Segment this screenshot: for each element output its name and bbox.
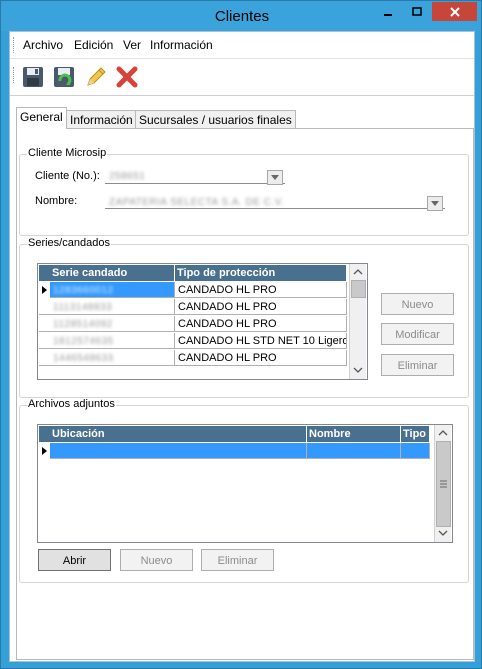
row-indicator	[39, 282, 50, 298]
scroll-down-button[interactable]	[435, 525, 451, 541]
archivos-grid[interactable]: Ubicación Nombre Tipo	[37, 424, 453, 543]
chevron-up-icon	[353, 269, 363, 275]
menu-bar: Archivo Edición Ver Información	[10, 32, 474, 59]
table-row[interactable]: 1446548633	[50, 350, 175, 366]
series-eliminar-button[interactable]: Eliminar	[381, 354, 454, 376]
table-row[interactable]: 1113148833	[50, 299, 175, 315]
row-pointer-icon	[42, 286, 47, 294]
close-icon	[449, 6, 460, 17]
maximize-button[interactable]	[404, 2, 430, 21]
menu-archivo[interactable]: Archivo	[23, 38, 63, 52]
table-row[interactable]: CANDADO HL PRO	[175, 299, 347, 315]
chevron-down-icon	[353, 367, 363, 373]
save-icon[interactable]	[21, 65, 45, 89]
menu-edicion[interactable]: Edición	[74, 38, 113, 52]
scroll-up-button[interactable]	[350, 264, 366, 280]
menu-grip	[13, 37, 16, 53]
col-tipo-proteccion[interactable]: Tipo de protección	[175, 265, 347, 281]
archivos-nuevo-button[interactable]: Nuevo	[120, 549, 193, 571]
series-modificar-button[interactable]: Modificar	[381, 323, 454, 345]
row-indicator	[39, 333, 50, 349]
general-tab-panel: Cliente Microsip Cliente (No.): 258651 N…	[16, 128, 474, 660]
series-candados-label: Series/candados	[27, 237, 111, 249]
clientes-window: Clientes Archivo Edición Ver Información	[0, 0, 482, 669]
close-button[interactable]	[432, 2, 477, 21]
cliente-microsip-label: Cliente Microsip	[27, 147, 108, 159]
cliente-numero-value: 258651	[109, 171, 146, 182]
nombre-value: ZAPATERIA SELECTA S.A. DE C.V.	[109, 197, 285, 208]
cliente-numero-label: Cliente (No.):	[35, 170, 100, 182]
client-area: Archivo Edición Ver Información General …	[9, 31, 475, 662]
table-row[interactable]	[401, 443, 430, 459]
archivos-adjuntos-label: Archivos adjuntos	[27, 398, 116, 410]
row-indicator	[39, 316, 50, 332]
col-ubicacion[interactable]: Ubicación	[50, 426, 307, 442]
minimize-button[interactable]	[375, 2, 401, 21]
menu-informacion[interactable]: Información	[150, 38, 213, 52]
table-row[interactable]	[307, 443, 401, 459]
chevron-down-icon	[438, 530, 448, 536]
tab-general[interactable]: General	[16, 107, 67, 129]
toolbar-grip	[13, 67, 16, 83]
grid-header-corner	[39, 426, 50, 442]
table-row[interactable]	[50, 443, 307, 459]
scroll-thumb[interactable]	[351, 280, 366, 298]
table-row[interactable]: 1128514092	[50, 316, 175, 332]
abrir-button[interactable]: Abrir	[38, 549, 111, 571]
delete-x-icon[interactable]	[115, 65, 139, 89]
table-row[interactable]: CANDADO HL PRO	[175, 316, 347, 332]
col-tipo[interactable]: Tipo	[401, 426, 430, 442]
archivos-eliminar-button[interactable]: Eliminar	[201, 549, 274, 571]
save-refresh-icon[interactable]	[52, 65, 76, 89]
table-row[interactable]: CANDADO HL STD NET 10 Ligero y P	[175, 333, 347, 349]
series-grid[interactable]: Serie candado Tipo de protección 1283660…	[37, 263, 368, 380]
minimize-icon	[384, 13, 392, 16]
edit-pencil-icon[interactable]	[84, 65, 108, 89]
toolbar	[10, 59, 474, 96]
col-nombre[interactable]: Nombre	[307, 426, 401, 442]
scroll-up-button[interactable]	[435, 425, 451, 441]
series-vertical-scrollbar[interactable]	[349, 264, 366, 379]
scroll-thumb[interactable]	[436, 441, 451, 527]
menu-ver[interactable]: Ver	[123, 38, 141, 52]
scroll-down-button[interactable]	[350, 362, 366, 378]
row-indicator	[39, 350, 50, 366]
row-indicator	[39, 299, 50, 315]
table-row[interactable]: CANDADO HL PRO	[175, 350, 347, 366]
cliente-numero-dropdown[interactable]	[267, 170, 283, 185]
archivos-vertical-scrollbar[interactable]	[434, 425, 451, 542]
table-row[interactable]: CANDADO HL PRO	[175, 282, 347, 298]
grid-header-corner	[39, 265, 50, 281]
col-serie-candado[interactable]: Serie candado	[50, 265, 175, 281]
maximize-icon	[412, 6, 422, 16]
row-pointer-icon	[42, 447, 47, 455]
series-nuevo-button[interactable]: Nuevo	[381, 293, 454, 315]
table-row[interactable]: 1283660012	[50, 282, 175, 298]
tab-informacion[interactable]: Información	[66, 110, 137, 129]
title-bar[interactable]: Clientes	[1, 1, 481, 31]
nombre-label: Nombre:	[35, 195, 78, 207]
nombre-dropdown[interactable]	[427, 196, 443, 211]
chevron-up-icon	[438, 430, 448, 436]
tab-sucursales[interactable]: Sucursales / usuarios finales	[135, 110, 296, 129]
row-indicator	[39, 443, 50, 459]
grip-lines-icon	[440, 480, 447, 488]
table-row[interactable]: 1812574635	[50, 333, 175, 349]
